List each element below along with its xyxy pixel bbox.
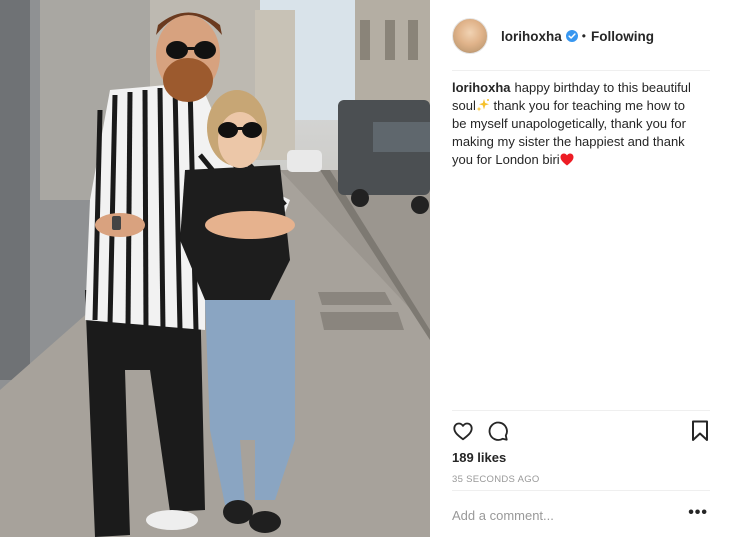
caption-username[interactable]: lorihoxha [452, 80, 511, 95]
comment-bubble-icon[interactable] [487, 420, 509, 442]
comment-divider [452, 490, 710, 491]
following-button[interactable]: Following [591, 29, 654, 44]
verified-badge-icon [565, 30, 578, 42]
post-actions [452, 420, 710, 446]
post-timestamp[interactable]: 35 SECONDS AGO [452, 474, 540, 485]
red-heart-emoji-icon [560, 153, 574, 166]
actions-divider [452, 410, 710, 411]
post-username[interactable]: lorihoxha [501, 29, 562, 44]
post-side-panel: lorihoxha • Following lorihoxha happy bir… [430, 0, 730, 537]
bookmark-icon[interactable] [690, 420, 710, 442]
heart-outline-icon[interactable] [452, 420, 474, 442]
avatar[interactable] [452, 18, 488, 54]
header-divider [452, 70, 710, 71]
header-separator: • [581, 29, 586, 43]
comment-input[interactable] [452, 505, 682, 525]
post-header: lorihoxha • Following [452, 16, 710, 56]
post-caption: lorihoxha happy birthday to this beautifu… [452, 79, 692, 169]
sparkles-emoji-icon [476, 99, 489, 112]
more-options-button[interactable]: ••• [688, 505, 708, 521]
likes-count[interactable]: 189 likes [452, 450, 506, 465]
comment-row: ••• [452, 505, 710, 527]
photo-illustration [0, 0, 430, 537]
post-photo[interactable] [0, 0, 430, 537]
